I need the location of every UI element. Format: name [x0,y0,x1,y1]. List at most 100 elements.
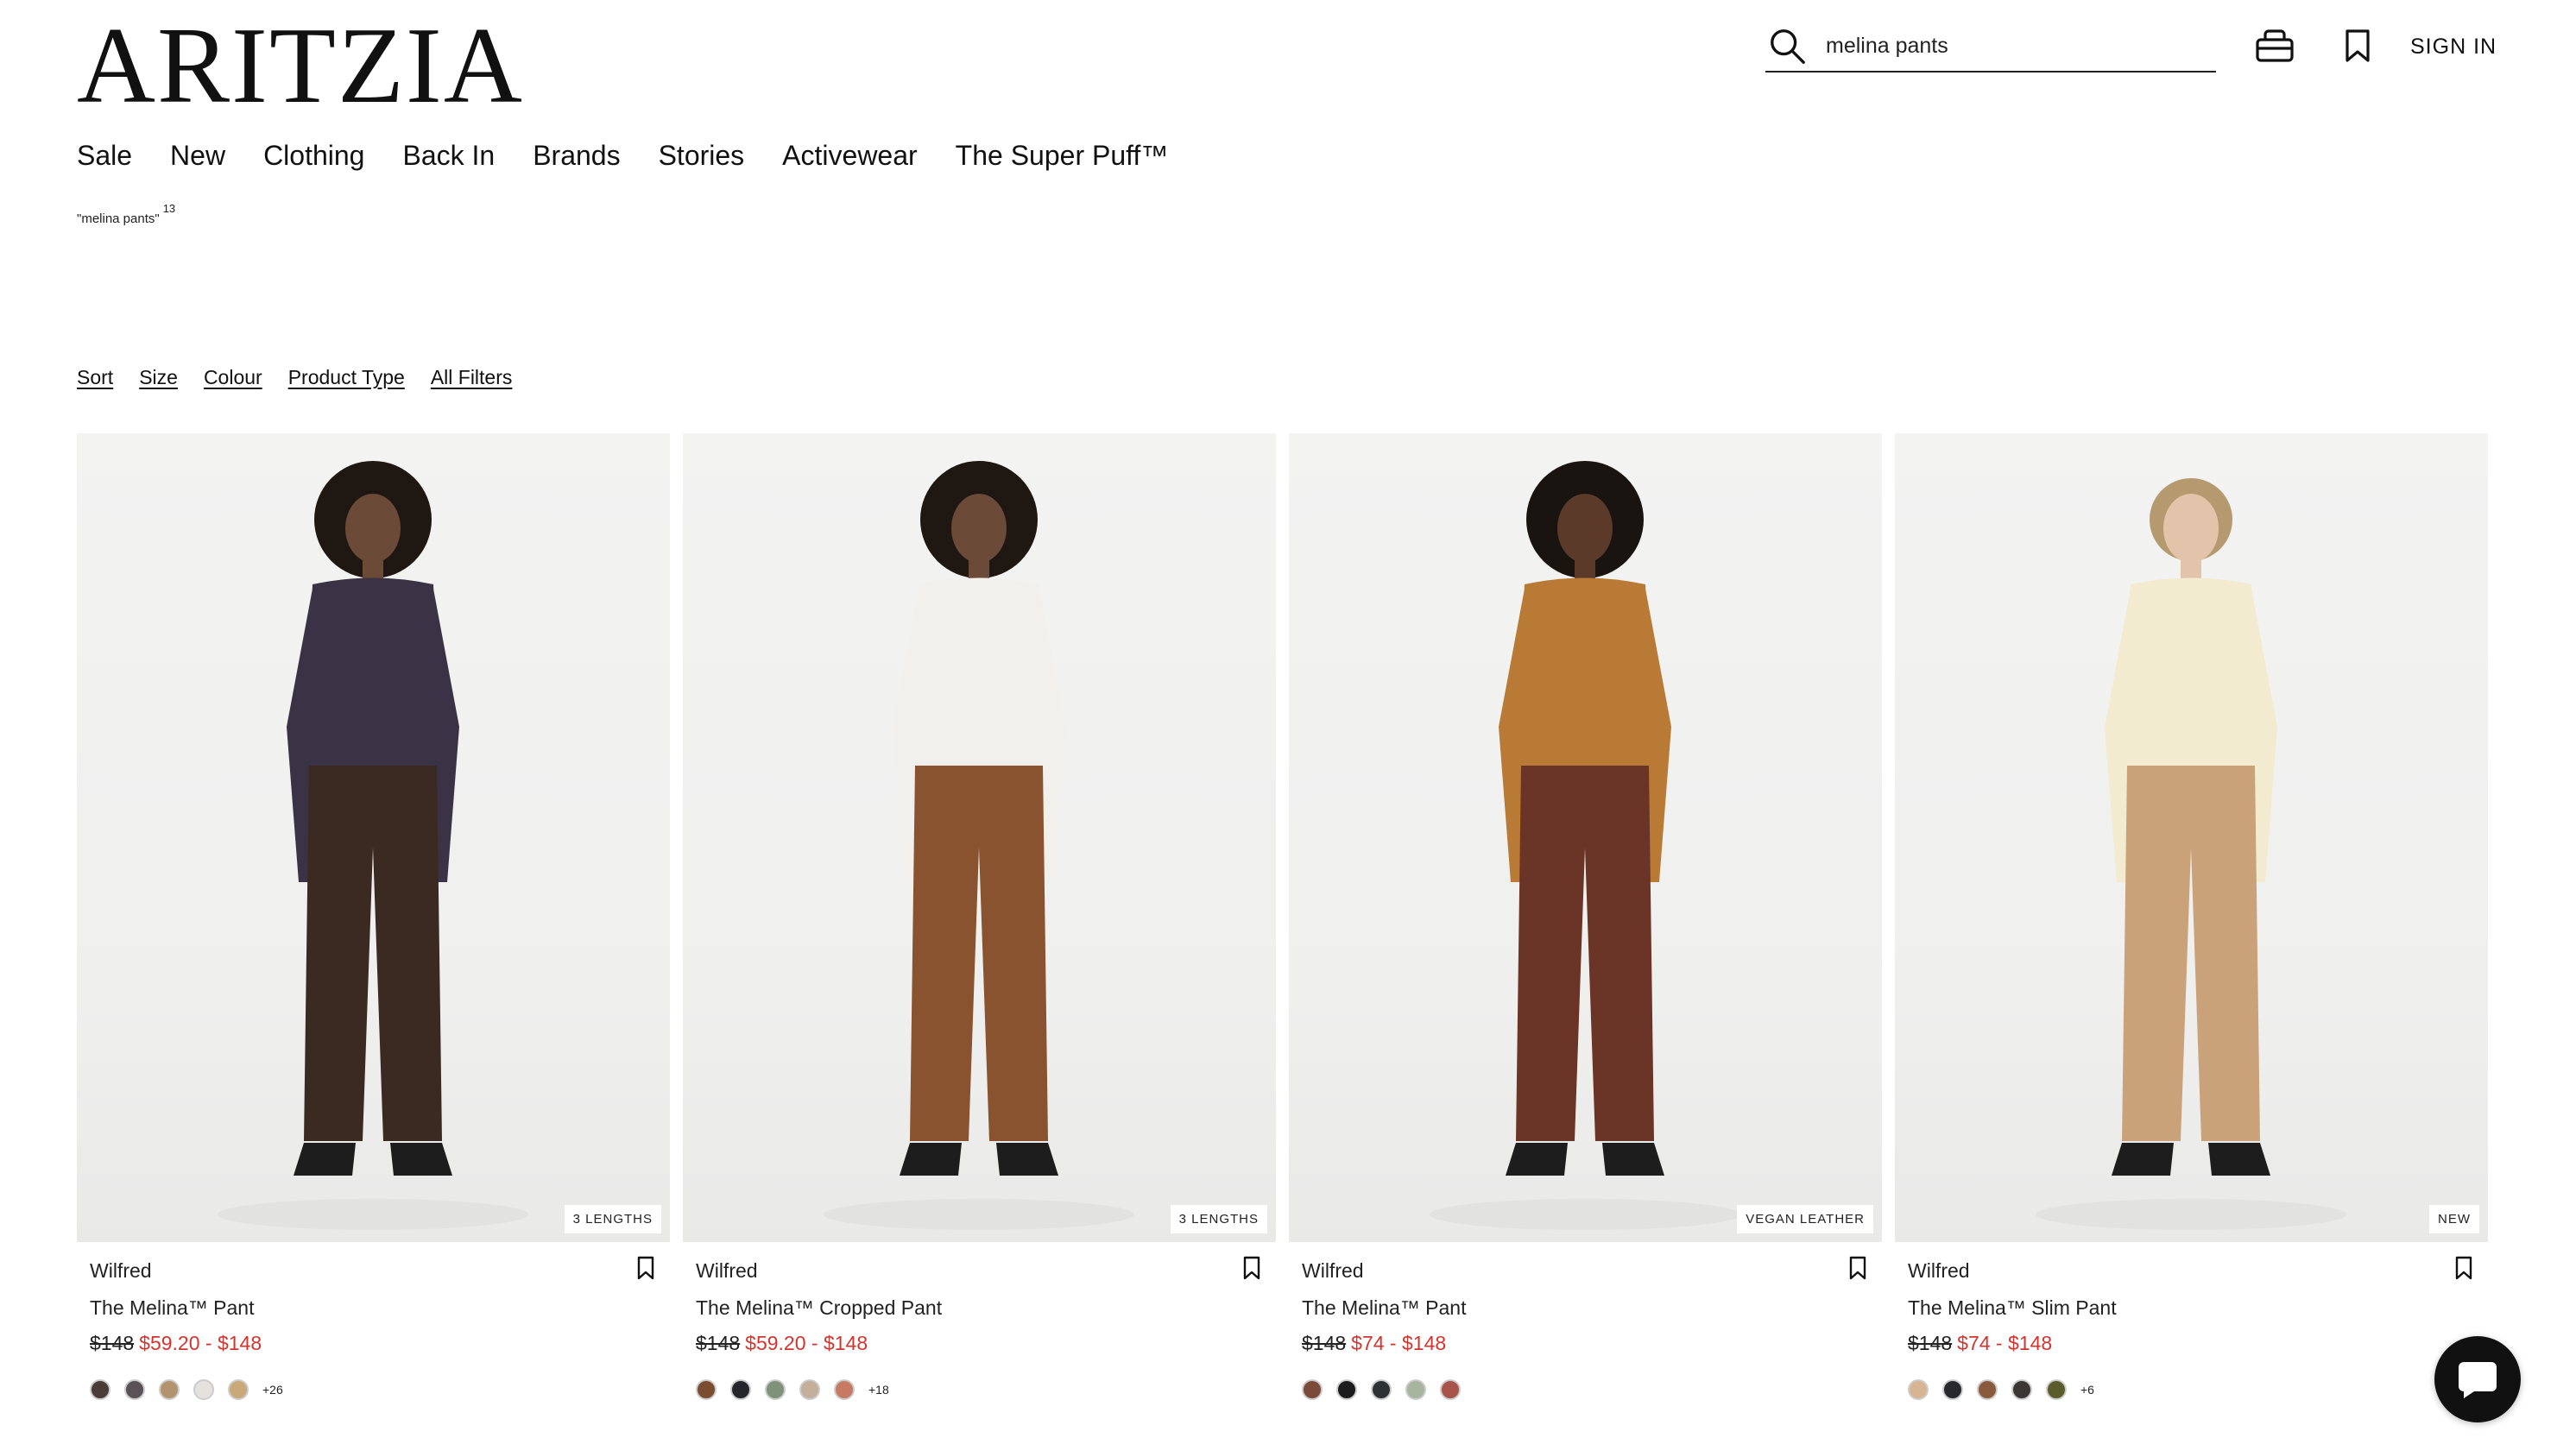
chat-button[interactable] [2434,1336,2521,1422]
product-brand[interactable]: Wilfred [696,1259,1263,1283]
color-swatch[interactable] [799,1379,820,1400]
product-card-3[interactable]: VEGAN LEATHER Wilfred The Melina™ Pant $… [1289,433,1882,1400]
save-bookmark-icon[interactable] [2448,1251,2479,1285]
save-bookmark-icon[interactable] [1236,1251,1267,1285]
color-swatch[interactable] [696,1379,717,1400]
filter-size[interactable]: Size [139,366,178,389]
product-image[interactable]: 3 LENGTHS [683,433,1276,1242]
color-swatch[interactable] [765,1379,786,1400]
product-name[interactable]: The Melina™ Pant [1302,1296,1869,1320]
product-image[interactable]: VEGAN LEATHER [1289,433,1882,1242]
model-pants [2122,766,2260,1141]
model-face [1557,494,1613,563]
product-info: Wilfred The Melina™ Slim Pant $148 $74 - … [1895,1242,2488,1400]
original-price: $148 [1302,1332,1347,1354]
color-swatches: +26 [90,1379,657,1400]
model-top [306,577,440,770]
sale-price: $74 - $148 [1351,1332,1447,1354]
color-swatch[interactable] [2011,1379,2032,1400]
model-top [1518,577,1652,770]
nav-item-back-in[interactable]: Back In [402,140,495,172]
color-swatch[interactable] [2046,1379,2067,1400]
color-swatch[interactable] [228,1379,249,1400]
sale-price: $59.20 - $148 [139,1332,262,1354]
nav-item-stories[interactable]: Stories [659,140,745,172]
product-image[interactable]: 3 LENGTHS [77,433,670,1242]
color-swatches: +6 [1908,1379,2475,1400]
color-swatch[interactable] [1405,1379,1426,1400]
color-swatches: +18 [696,1379,1263,1400]
product-price: $148 $74 - $148 [1302,1332,1869,1355]
model-face [951,494,1007,563]
model-pants [304,766,442,1141]
product-card-1[interactable]: 3 LENGTHS Wilfred The Melina™ Pant $148 $… [77,433,670,1400]
color-swatch[interactable] [1908,1379,1929,1400]
floor-shadow [1430,1199,1740,1230]
floor-shadow [824,1199,1134,1230]
model-face [2163,494,2219,563]
color-swatch[interactable] [193,1379,214,1400]
product-brand[interactable]: Wilfred [90,1259,657,1283]
filter-sort[interactable]: Sort [77,366,113,389]
product-name[interactable]: The Melina™ Cropped Pant [696,1296,1263,1320]
product-badge: VEGAN LEATHER [1737,1205,1873,1233]
color-swatch[interactable] [834,1379,855,1400]
brand-logo[interactable]: ARITZIA [77,12,524,121]
bookmark-icon[interactable] [2336,24,2379,67]
product-name[interactable]: The Melina™ Slim Pant [1908,1296,2475,1320]
nav-item-super-puff[interactable]: The Super Puff™ [956,140,1169,172]
result-count: 13 [162,202,176,215]
product-info: Wilfred The Melina™ Pant $148 $74 - $148 [1289,1242,1882,1400]
filter-colour[interactable]: Colour [204,366,262,389]
color-swatches [1302,1379,1869,1400]
product-badge: 3 LENGTHS [1170,1205,1267,1233]
more-colors-count[interactable]: +18 [868,1383,889,1397]
product-image[interactable]: NEW [1895,433,2488,1242]
product-card-2[interactable]: 3 LENGTHS Wilfred The Melina™ Cropped Pa… [683,433,1276,1400]
original-price: $148 [696,1332,741,1354]
save-bookmark-icon[interactable] [1842,1251,1873,1285]
more-colors-count[interactable]: +26 [262,1383,283,1397]
model-left-shoe [294,1143,356,1176]
color-swatch[interactable] [1977,1379,1998,1400]
nav-item-clothing[interactable]: Clothing [263,140,364,172]
model-pants [910,766,1048,1141]
color-swatch[interactable] [730,1379,751,1400]
product-price: $148 $59.20 - $148 [696,1332,1263,1355]
color-swatch[interactable] [124,1379,145,1400]
model-illustration [824,461,1134,1230]
color-swatch[interactable] [159,1379,180,1400]
page: ARITZIA SIGN IN Sale New Clothing Back I… [0,0,2576,1438]
nav-item-sale[interactable]: Sale [77,140,132,172]
color-swatch[interactable] [1371,1379,1392,1400]
search-bar[interactable] [1765,21,2216,73]
nav-item-activewear[interactable]: Activewear [782,140,918,172]
search-input[interactable] [1826,33,2188,59]
color-swatch[interactable] [1302,1379,1323,1400]
nav-item-new[interactable]: New [170,140,225,172]
color-swatch[interactable] [1440,1379,1461,1400]
model-left-shoe [2112,1143,2174,1176]
sale-price: $74 - $148 [1957,1332,2053,1354]
filter-all[interactable]: All Filters [431,366,513,389]
model-right-shoe [996,1143,1058,1176]
model-top [2124,577,2258,770]
color-swatch[interactable] [90,1379,110,1400]
bag-icon[interactable] [2253,24,2296,67]
nav-item-brands[interactable]: Brands [533,140,620,172]
save-bookmark-icon[interactable] [630,1251,661,1285]
search-icon[interactable] [1767,26,1807,66]
product-brand[interactable]: Wilfred [1302,1259,1869,1283]
more-colors-count[interactable]: +6 [2080,1383,2094,1397]
color-swatch[interactable] [1336,1379,1357,1400]
product-brand[interactable]: Wilfred [1908,1259,2475,1283]
product-info: Wilfred The Melina™ Pant $148 $59.20 - $1… [77,1242,670,1400]
sign-in-link[interactable]: SIGN IN [2410,35,2497,60]
original-price: $148 [1908,1332,1953,1354]
product-card-4[interactable]: NEW Wilfred The Melina™ Slim Pant $148 $7… [1895,433,2488,1400]
color-swatch[interactable] [1942,1379,1963,1400]
filter-product-type[interactable]: Product Type [288,366,405,389]
product-price: $148 $59.20 - $148 [90,1332,657,1355]
product-name[interactable]: The Melina™ Pant [90,1296,657,1320]
filter-bar: Sort Size Colour Product Type All Filter… [77,366,538,389]
